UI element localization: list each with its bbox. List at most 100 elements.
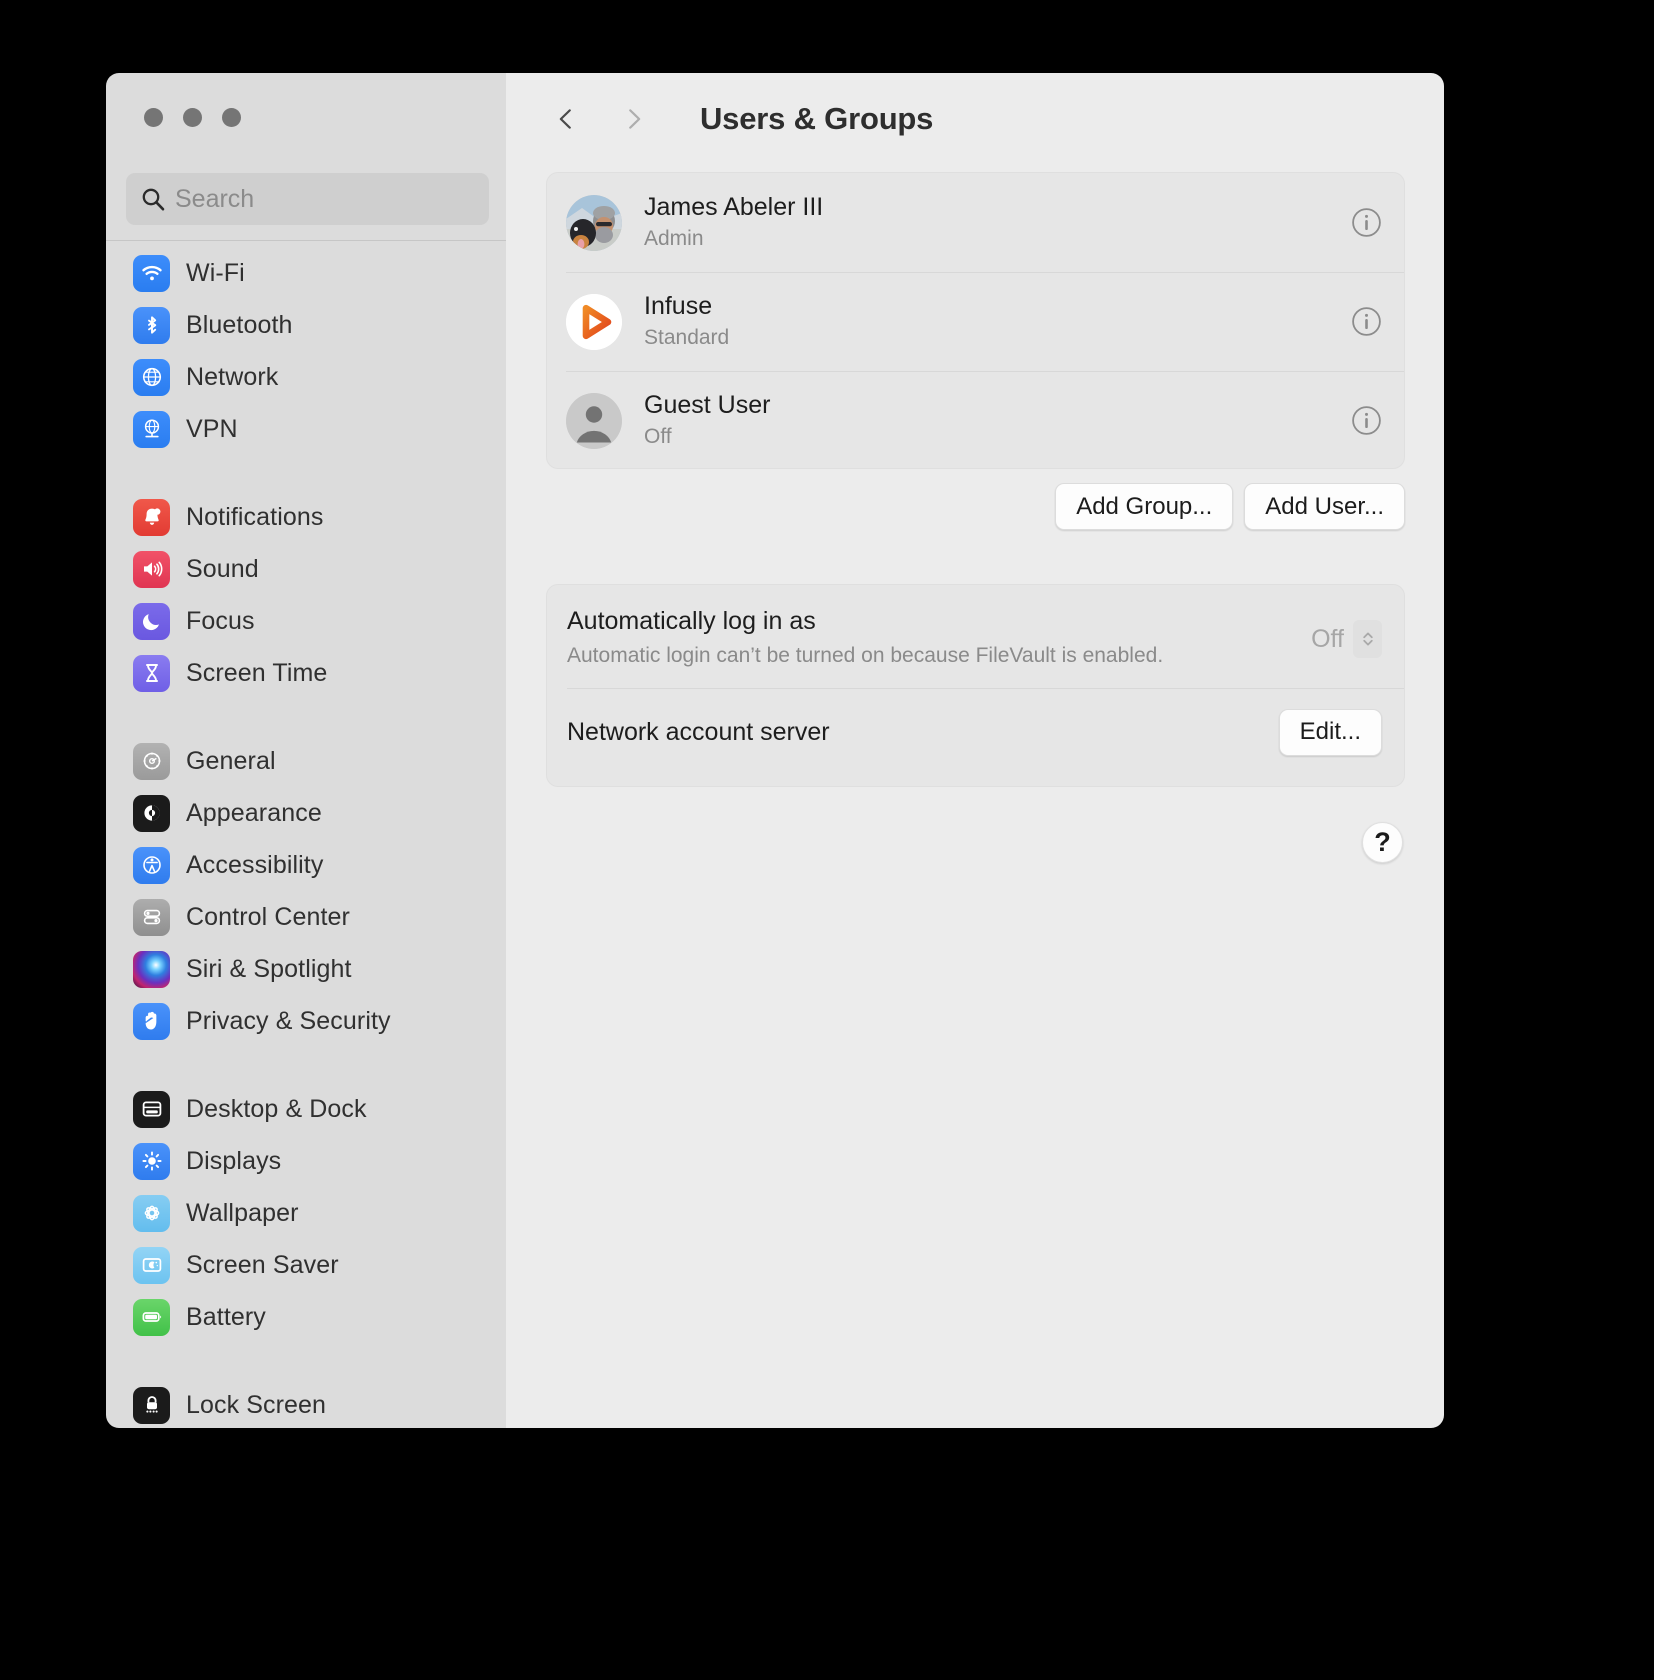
- brightness-icon: [133, 1142, 170, 1180]
- siri-icon: [133, 950, 170, 988]
- login-options-card: Automatically log in as Automatic login …: [546, 584, 1405, 787]
- sidebar-item-siri-spotlight[interactable]: Siri & Spotlight: [106, 943, 506, 995]
- table-row[interactable]: Infuse Standard: [547, 272, 1404, 371]
- sidebar-item-privacy-security[interactable]: Privacy & Security: [106, 995, 506, 1047]
- sidebar-item-general[interactable]: General: [106, 735, 506, 787]
- sidebar-item-notifications[interactable]: Notifications: [106, 491, 506, 543]
- sidebar-item-label: Siri & Spotlight: [186, 954, 352, 983]
- chevron-right-icon: [629, 109, 641, 129]
- table-row[interactable]: James Abeler III Admin: [547, 173, 1404, 272]
- user-info: Infuse Standard: [644, 291, 1351, 353]
- sidebar-item-network[interactable]: Network: [106, 351, 506, 403]
- add-user-button[interactable]: Add User...: [1244, 483, 1405, 530]
- sidebar: Wi-Fi Bluetooth: [106, 73, 506, 1428]
- zoom-button[interactable]: [222, 108, 241, 127]
- info-icon[interactable]: [1351, 207, 1382, 238]
- page-title: Users & Groups: [700, 101, 934, 136]
- speaker-icon: [133, 550, 170, 588]
- user-role: Admin: [644, 226, 704, 250]
- sidebar-item-wifi[interactable]: Wi-Fi: [106, 247, 506, 299]
- user-name: Guest User: [644, 390, 771, 419]
- sidebar-group-connectivity: Wi-Fi Bluetooth Network VPN: [106, 241, 506, 455]
- control-center-icon: [133, 898, 170, 936]
- sidebar-item-label: Sound: [186, 554, 259, 583]
- sidebar-item-screen-time[interactable]: Screen Time: [106, 647, 506, 699]
- user-role: Off: [644, 424, 672, 448]
- user-info: Guest User Off: [644, 390, 1351, 452]
- sidebar-item-label: Wi-Fi: [186, 258, 245, 287]
- sidebar-item-focus[interactable]: Focus: [106, 595, 506, 647]
- chevron-updown-icon[interactable]: [1353, 620, 1382, 658]
- generic-person-avatar: [566, 392, 622, 449]
- minimize-button[interactable]: [183, 108, 202, 127]
- info-icon[interactable]: [1351, 405, 1382, 436]
- info-icon[interactable]: [1351, 306, 1382, 337]
- auto-login-row: Automatically log in as Automatic login …: [547, 585, 1404, 688]
- sidebar-item-battery[interactable]: Battery: [106, 1291, 506, 1343]
- sidebar-item-accessibility[interactable]: Accessibility: [106, 839, 506, 891]
- sidebar-item-label: Displays: [186, 1146, 282, 1175]
- sidebar-item-bluetooth[interactable]: Bluetooth: [106, 299, 506, 351]
- sidebar-item-label: Control Center: [186, 902, 350, 931]
- wifi-icon: [133, 254, 170, 292]
- search-icon: [140, 186, 166, 212]
- sidebar-item-displays[interactable]: Displays: [106, 1135, 506, 1187]
- sidebar-item-label: Accessibility: [186, 850, 324, 879]
- sidebar-item-label: Focus: [186, 606, 255, 635]
- globe-icon: [133, 358, 170, 396]
- bluetooth-icon: [133, 306, 170, 344]
- system-settings-window: Wi-Fi Bluetooth: [106, 73, 1444, 1428]
- gear-icon: [133, 742, 170, 780]
- sidebar-item-control-center[interactable]: Control Center: [106, 891, 506, 943]
- sidebar-item-label: Wallpaper: [186, 1198, 299, 1227]
- sidebar-item-label: Screen Saver: [186, 1250, 339, 1279]
- sidebar-item-appearance[interactable]: Appearance: [106, 787, 506, 839]
- sidebar-group-appearance: Desktop & Dock Displays Wallpaper Screen…: [106, 1077, 506, 1343]
- sidebar-item-label: Desktop & Dock: [186, 1094, 367, 1123]
- sidebar-item-label: Privacy & Security: [186, 1006, 391, 1035]
- search-input[interactable]: [175, 184, 465, 214]
- accessibility-icon: [133, 846, 170, 884]
- auto-login-description: Automatic login can’t be turned on becau…: [567, 644, 1164, 667]
- desktop-dock-icon: [133, 1090, 170, 1128]
- sidebar-item-screen-saver[interactable]: Screen Saver: [106, 1239, 506, 1291]
- sidebar-group-general: General Appearance Accessibility Control…: [106, 729, 506, 1047]
- auto-login-value: Off: [1311, 624, 1344, 653]
- hourglass-icon: [133, 654, 170, 692]
- toolbar: Users & Groups: [506, 73, 1444, 165]
- sidebar-item-label: General: [186, 746, 276, 775]
- auto-login-popup[interactable]: Off: [1311, 607, 1382, 668]
- network-account-server-label: Network account server: [567, 717, 830, 746]
- add-group-button[interactable]: Add Group...: [1055, 483, 1234, 530]
- bell-icon: [133, 498, 170, 536]
- sidebar-item-label: Network: [186, 362, 279, 391]
- sidebar-item-label: Lock Screen: [186, 1390, 327, 1419]
- user-name: James Abeler III: [644, 192, 824, 221]
- search-field[interactable]: [126, 173, 489, 225]
- screen: Wi-Fi Bluetooth: [0, 0, 1654, 1680]
- sidebar-item-lock-screen[interactable]: Lock Screen: [106, 1379, 506, 1428]
- table-row[interactable]: Guest User Off: [547, 371, 1404, 470]
- close-button[interactable]: [144, 108, 163, 127]
- sidebar-item-sound[interactable]: Sound: [106, 543, 506, 595]
- sidebar-item-label: Bluetooth: [186, 310, 293, 339]
- edit-button[interactable]: Edit...: [1278, 708, 1382, 756]
- sidebar-list[interactable]: Wi-Fi Bluetooth Network VPN Notification…: [106, 241, 506, 1428]
- appearance-contrast-icon: [133, 794, 170, 832]
- sidebar-item-wallpaper[interactable]: Wallpaper: [106, 1187, 506, 1239]
- user-name: Infuse: [644, 291, 713, 320]
- help-button[interactable]: ?: [1362, 822, 1403, 863]
- hand-icon: [133, 1002, 170, 1040]
- sidebar-item-vpn[interactable]: VPN: [106, 403, 506, 455]
- sidebar-item-desktop-dock[interactable]: Desktop & Dock: [106, 1083, 506, 1135]
- user-actions: Add Group... Add User...: [546, 483, 1405, 530]
- sidebar-item-label: VPN: [186, 414, 238, 443]
- screensaver-icon: [133, 1246, 170, 1284]
- vpn-globe-icon: [133, 410, 170, 448]
- back-button[interactable]: [546, 96, 586, 142]
- forward-button[interactable]: [614, 96, 654, 142]
